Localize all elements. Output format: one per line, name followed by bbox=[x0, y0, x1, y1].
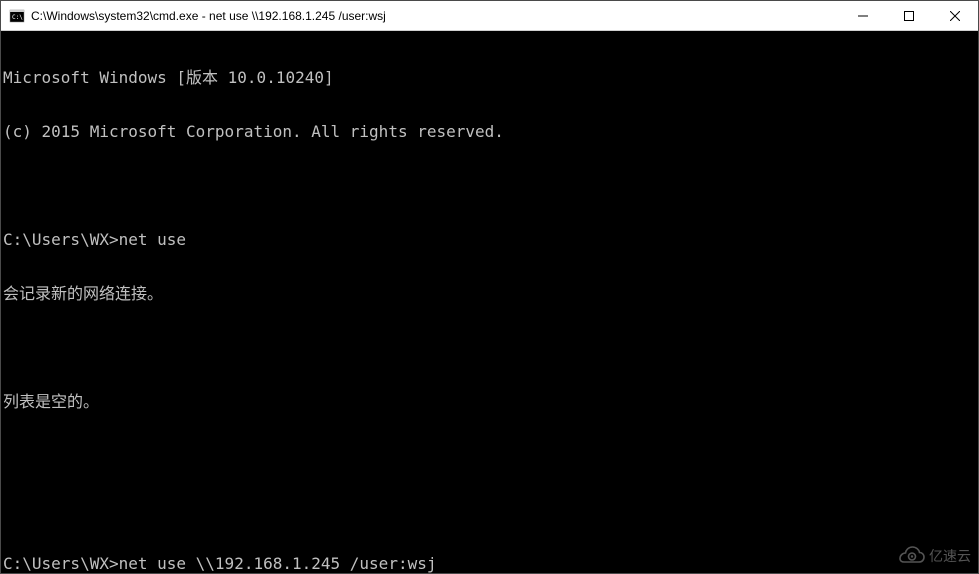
terminal-line bbox=[3, 339, 976, 357]
watermark: 亿速云 bbox=[899, 546, 971, 566]
terminal-output[interactable]: Microsoft Windows [版本 10.0.10240] (c) 20… bbox=[1, 31, 978, 573]
terminal-line: C:\Users\WX>net use \\192.168.1.245 /use… bbox=[3, 555, 976, 573]
cmd-icon: C:\ bbox=[9, 8, 25, 24]
terminal-line: 会记录新的网络连接。 bbox=[3, 285, 976, 303]
terminal-line: C:\Users\WX>net use bbox=[3, 231, 976, 249]
cloud-icon bbox=[899, 546, 925, 566]
terminal-line bbox=[3, 447, 976, 465]
minimize-button[interactable] bbox=[840, 1, 886, 30]
terminal-line bbox=[3, 501, 976, 519]
svg-text:C:\: C:\ bbox=[12, 14, 23, 21]
watermark-text: 亿速云 bbox=[929, 546, 971, 566]
titlebar[interactable]: C:\ C:\Windows\system32\cmd.exe - net us… bbox=[1, 1, 978, 31]
command-prompt-window: C:\ C:\Windows\system32\cmd.exe - net us… bbox=[0, 0, 979, 574]
terminal-line: Microsoft Windows [版本 10.0.10240] bbox=[3, 69, 976, 87]
terminal-line: (c) 2015 Microsoft Corporation. All righ… bbox=[3, 123, 976, 141]
close-button[interactable] bbox=[932, 1, 978, 30]
window-title: C:\Windows\system32\cmd.exe - net use \\… bbox=[31, 9, 840, 23]
maximize-button[interactable] bbox=[886, 1, 932, 30]
window-controls bbox=[840, 1, 978, 30]
terminal-line bbox=[3, 177, 976, 195]
terminal-line: 列表是空的。 bbox=[3, 393, 976, 411]
